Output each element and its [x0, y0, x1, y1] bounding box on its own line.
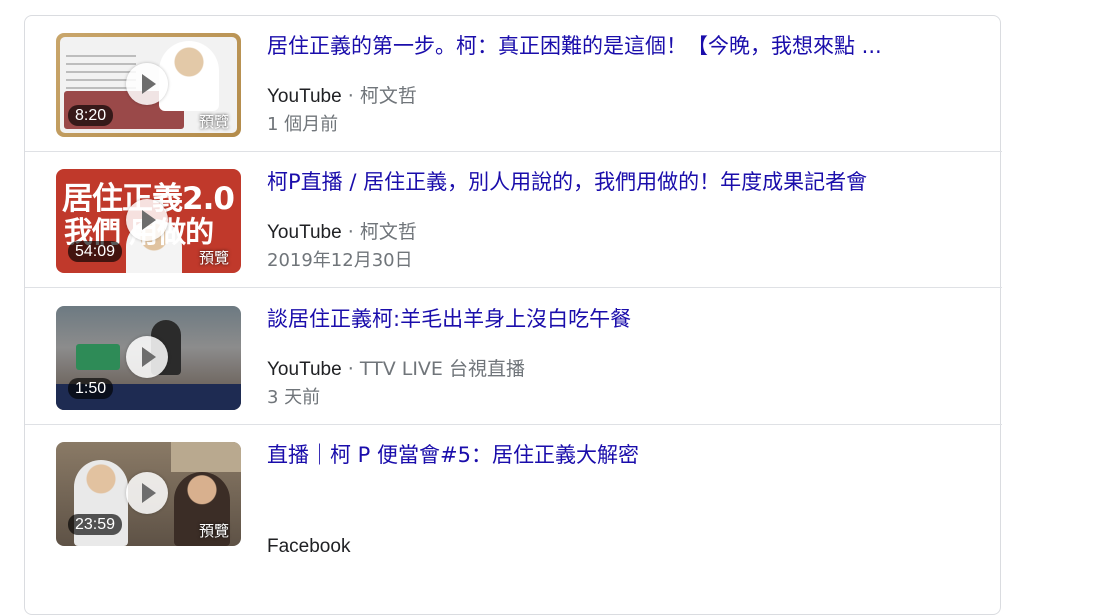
video-duration: 23:59: [68, 514, 123, 535]
video-duration: 1:50: [68, 378, 114, 399]
video-duration: 54:09: [68, 241, 123, 262]
video-title-link[interactable]: 柯P直播 / 居住正義，別人用說的，我們用做的！年度成果記者會: [267, 168, 977, 196]
play-icon[interactable]: [126, 63, 168, 105]
source-site: YouTube: [267, 222, 342, 243]
play-icon[interactable]: [126, 336, 168, 378]
video-result: 1:50 談居住正義柯:羊毛出羊身上沒白吃午餐 YouTube · TTV LI…: [25, 289, 1002, 425]
video-result: 8:20 預覽 居住正義的第一步。柯：真正困難的是這個！【今晚，我想來點 ...…: [25, 16, 1002, 152]
video-title-link[interactable]: 直播｜柯 P 便當會#5：居住正義大解密: [267, 441, 977, 469]
video-title-link[interactable]: 居住正義的第一步。柯：真正困難的是這個！【今晚，我想來點 ...: [267, 32, 977, 60]
video-duration: 8:20: [68, 105, 114, 126]
source-site: YouTube: [267, 359, 342, 380]
video-source: YouTube · 柯文哲: [267, 84, 417, 109]
source-site: Facebook: [267, 536, 351, 557]
video-date: 1 個月前: [267, 114, 339, 135]
video-date: 2019年12月30日: [267, 250, 413, 271]
video-source: YouTube · 柯文哲: [267, 220, 417, 245]
source-author: 柯文哲: [359, 221, 417, 243]
video-thumbnail[interactable]: 8:20 預覽: [56, 33, 241, 137]
play-icon[interactable]: [126, 199, 168, 241]
source-author: TTV LIVE 台視直播: [359, 358, 525, 380]
video-date: 3 天前: [267, 387, 321, 408]
source-separator: ·: [347, 358, 354, 380]
video-thumbnail[interactable]: 居住正義2.0 我們 用做的 54:09 預覽: [56, 169, 241, 273]
video-title-link[interactable]: 談居住正義柯:羊毛出羊身上沒白吃午餐: [267, 305, 977, 333]
preview-label: 預覽: [198, 522, 229, 540]
video-thumbnail[interactable]: 1:50: [56, 306, 241, 410]
video-source: Facebook: [267, 534, 350, 559]
preview-label: 預覽: [198, 113, 229, 131]
video-results-card: 8:20 預覽 居住正義的第一步。柯：真正困難的是這個！【今晚，我想來點 ...…: [24, 15, 1002, 615]
source-author: 柯文哲: [359, 85, 417, 107]
source-separator: ·: [347, 221, 354, 243]
video-source: YouTube · TTV LIVE 台視直播: [267, 357, 525, 382]
video-result: 居住正義2.0 我們 用做的 54:09 預覽 柯P直播 / 居住正義，別人用說…: [25, 152, 1002, 288]
video-result: 23:59 預覽 直播｜柯 P 便當會#5：居住正義大解密 Facebook: [25, 425, 1002, 561]
source-separator: ·: [347, 85, 354, 107]
preview-label: 預覽: [198, 249, 229, 267]
play-icon[interactable]: [126, 472, 168, 514]
video-thumbnail[interactable]: 23:59 預覽: [56, 442, 241, 546]
source-site: YouTube: [267, 86, 342, 107]
